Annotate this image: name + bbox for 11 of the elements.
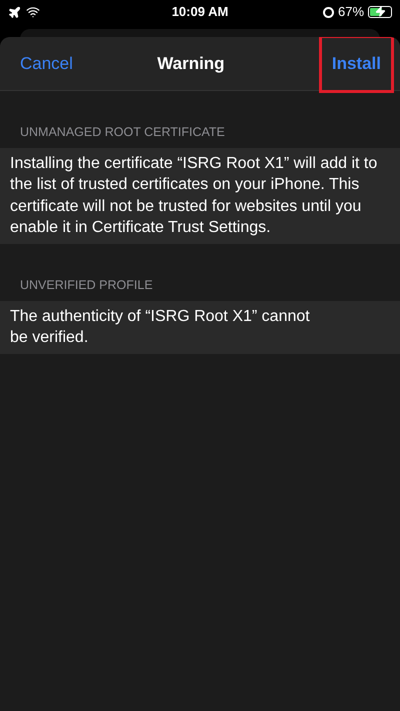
section-text: The authenticity of “ISRG Root X1” cannot be verified. — [0, 300, 400, 354]
cancel-button[interactable]: Cancel — [20, 50, 73, 76]
section-header: UNMANAGED ROOT CERTIFICATE — [19, 124, 226, 141]
battery-percent: 67% — [338, 3, 364, 22]
rotation-lock-icon — [322, 6, 334, 18]
section-header: UNVERIFIED PROFILE — [19, 276, 154, 294]
section-text: Installing the certificate “ISRG Root X1” will add it to the list of trusted certificates on your iPhone. This certificate will not be trusted for websites until you enable it in Certificate Trust Settings. — [0, 148, 400, 244]
window-title: Warning — [156, 52, 226, 75]
status-time: 10:09 AM — [172, 3, 228, 22]
install-button[interactable]: Install — [318, 37, 394, 92]
wifi-icon — [26, 5, 40, 19]
